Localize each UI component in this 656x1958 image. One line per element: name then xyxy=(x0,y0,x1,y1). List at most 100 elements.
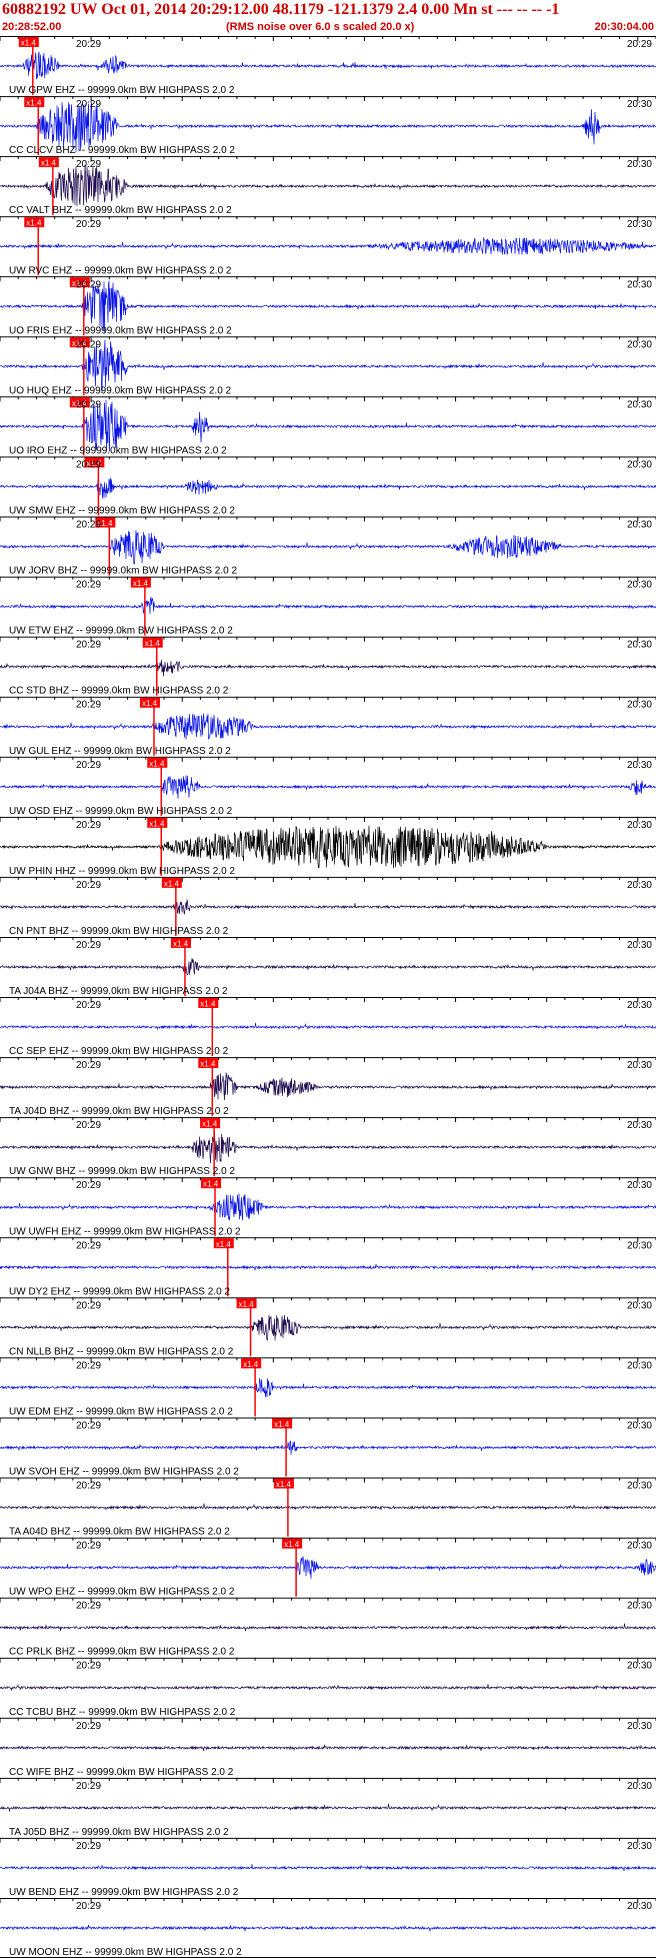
row-time-label-right: 20:30 xyxy=(627,520,652,531)
trace-row: x1.4 20:29 20:30 UW EDM EHZ -- 99999.0km BW… xyxy=(0,1357,656,1417)
station-label: UO HUQ EHZ -- 99999.0km BW HIGHPASS 2.0 … xyxy=(9,385,232,396)
station-label: CC STD BHZ -- 99999.0km BW HIGHPASS 2.0 … xyxy=(9,686,229,697)
trace-row: x1.4 20:29 20:30 UW UWFH EHZ -- 99999.0km B… xyxy=(0,1177,656,1237)
row-time-label-left: 20:29 xyxy=(76,520,101,531)
plot-header: 60882192 UW Oct 01, 2014 20:29:12.00 48.… xyxy=(0,0,656,36)
row-time-label-right: 20:30 xyxy=(627,1721,652,1732)
trace-row: x1.4 20:29 20:30 TA A04D BHZ -- 99999.0km B… xyxy=(0,1477,656,1538)
station-label: UW EDM EHZ -- 99999.0km BW HIGHPASS 2.0 … xyxy=(9,1406,233,1417)
row-time-label-right: 20:30 xyxy=(627,339,652,350)
row-time-label-left: 20:29 xyxy=(76,1360,101,1371)
station-label: UW PHIN HHZ -- 99999.0km BW HIGHPASS 2.0… xyxy=(9,866,235,877)
row-time-label-right: 20:30 xyxy=(627,700,652,711)
row-time-label-right: 20:30 xyxy=(627,279,652,290)
row-time-label-right: 20:30 xyxy=(627,1901,652,1912)
station-label: UO FRIS EHZ -- 99999.0km BW HIGHPASS 2.0… xyxy=(9,325,232,336)
row-time-label-left: 20:29 xyxy=(76,1180,101,1191)
trace-row: x1.420:29 20:30UW JORV BHZ -- 99999.0km B… xyxy=(0,516,656,577)
pick-label: x1.4 xyxy=(142,699,158,708)
row-time-label-left: 20:29 xyxy=(76,1781,101,1792)
row-time-label-right: 20:30 xyxy=(627,1841,652,1852)
waveform xyxy=(0,1683,656,1692)
station-label: UW DY2 EHZ -- 99999.0km BW HIGHPASS 2.0 … xyxy=(9,1286,230,1297)
row-time-label-left: 20:29 xyxy=(76,1481,101,1492)
trace-row: x1.4 20:29 20:30 CC SEP EHZ -- 99999.0km BW… xyxy=(0,997,656,1057)
row-time-label-right: 20:30 xyxy=(627,1000,652,1011)
trace-row: x1.4 20:29 20:30 TA J04A BHZ -- 99999.0km B… xyxy=(0,936,656,997)
waveform xyxy=(0,958,656,976)
pick-label: x1.4 xyxy=(26,99,42,108)
row-time-label-left: 20:29 xyxy=(76,640,101,651)
trace-row: 20:29 20:30 CC WIFE BHZ -- 99999.0km BW HI… xyxy=(0,1717,656,1778)
row-time-label-right: 20:30 xyxy=(627,1180,652,1191)
row-time-label-left: 20:29 xyxy=(76,459,101,470)
station-label: UW ETW EHZ -- 99999.0km BW HIGHPASS 2.0 … xyxy=(9,626,233,637)
waveform xyxy=(0,1072,656,1101)
event-title: 60882192 UW Oct 01, 2014 20:29:12.00 48.… xyxy=(2,1,560,18)
waveform xyxy=(0,51,656,80)
row-time-label-right: 20:30 xyxy=(627,640,652,651)
pick-label: x1.4 xyxy=(202,1120,218,1129)
trace-row: 20:29 20:30 CC PRLK BHZ -- 99999.0km BW HI… xyxy=(0,1597,656,1658)
row-time-label-left: 20:29 xyxy=(76,1841,101,1852)
station-label: CC PRLK BHZ -- 99999.0km BW HIGHPASS 2.0… xyxy=(9,1647,235,1658)
waveform xyxy=(0,1131,656,1164)
row-time-label-left: 20:29 xyxy=(76,1000,101,1011)
trace-row: x1.420:29 20:30UO HUQ EHZ -- 99999.0km BW… xyxy=(0,336,656,396)
row-time-label-left: 20:29 xyxy=(76,1721,101,1732)
pick-label: x1.4 xyxy=(26,219,42,228)
waveform xyxy=(0,1803,656,1812)
row-time-label-right: 20:30 xyxy=(627,880,652,891)
row-time-label-left: 20:29 xyxy=(76,1420,101,1431)
trace-row: x1.420:29 20:30UO FRIS EHZ -- 99999.0km B… xyxy=(0,276,656,336)
row-time-label-right: 20:29 xyxy=(627,39,652,50)
seismogram-plot: x1.4 20:29 20:29 UW GPW EHZ -- 99999.0km BW… xyxy=(0,36,656,1958)
waveform xyxy=(0,1744,656,1752)
waveform xyxy=(0,1022,656,1031)
station-label: CC SEP EHZ -- 99999.0km BW HIGHPASS 2.0 … xyxy=(9,1046,229,1057)
row-time-label-left: 20:29 xyxy=(76,1060,101,1071)
pick-label: x1.4 xyxy=(203,1180,219,1189)
pick-label: x1.4 xyxy=(41,159,57,168)
station-label: TA J04A BHZ -- 99999.0km BW HIGHPASS 2.0… xyxy=(9,986,228,997)
waveform xyxy=(0,1864,656,1871)
trace-row: x1.4 20:29 20:30 CN PNT BHZ -- 99999.0km BW… xyxy=(0,876,656,937)
end-time-label: 20:30:04.00 xyxy=(594,21,654,33)
waveform xyxy=(0,659,656,677)
row-time-label-right: 20:30 xyxy=(627,1661,652,1672)
row-time-label-right: 20:30 xyxy=(627,820,652,831)
waveform xyxy=(0,1378,656,1398)
station-label: UW MOON EHZ -- 99999.0km BW HIGHPASS 2.0… xyxy=(9,1947,242,1958)
waveform xyxy=(0,236,656,256)
start-time-label: 20:28:52.00 xyxy=(2,21,62,33)
waveform xyxy=(0,713,656,740)
row-time-label-left: 20:29 xyxy=(76,99,101,110)
row-time-label-left: 20:29 xyxy=(76,1120,101,1131)
row-time-label-right: 20:30 xyxy=(627,1541,652,1552)
row-time-label-left: 20:29 xyxy=(76,1300,101,1311)
pick-label: x1.4 xyxy=(284,1540,300,1549)
trace-row: x1.4 20:29 20:30 UW PHIN HHZ -- 99999.0km B… xyxy=(0,816,656,877)
station-label: CC VALT BHZ -- 99999.0km BW HIGHPASS 2.0… xyxy=(9,205,232,216)
row-time-label-right: 20:30 xyxy=(627,1240,652,1251)
trace-row: x1.4 20:29 20:30 UW OSD EHZ -- 99999.0km BW… xyxy=(0,756,656,817)
waveform xyxy=(0,1263,656,1271)
station-label: CC WIFE BHZ -- 99999.0km BW HIGHPASS 2.0… xyxy=(9,1767,234,1778)
row-time-label-right: 20:30 xyxy=(627,1481,652,1492)
trace-row: 20:29 20:30 UW BEND EHZ -- 99999.0km BW HI… xyxy=(0,1837,656,1898)
row-time-label-right: 20:30 xyxy=(627,1781,652,1792)
row-time-label-left: 20:29 xyxy=(76,580,101,591)
row-time-label-left: 20:29 xyxy=(76,279,101,290)
trace-row: x1.4 20:29 20:30 CN NLLB BHZ -- 99999.0km B… xyxy=(0,1297,656,1357)
trace-row: 20:29 20:30 CC TCBU BHZ -- 99999.0km BW HI… xyxy=(0,1657,656,1718)
waveform xyxy=(0,596,656,615)
waveform xyxy=(0,164,656,206)
waveform xyxy=(0,1314,656,1341)
row-time-label-left: 20:29 xyxy=(76,1601,101,1612)
row-time-label-right: 20:30 xyxy=(627,1360,652,1371)
waveform xyxy=(0,1503,656,1512)
pick-label: x1.4 xyxy=(21,39,37,48)
station-label: TA J04D BHZ -- 99999.0km BW HIGHPASS 2.0… xyxy=(9,1106,229,1117)
station-label: UW RVC EHZ -- 99999.0km BW HIGHPASS 2.0 … xyxy=(9,265,232,276)
trace-row: 20:29 20:30 TA J05D BHZ -- 99999.0km BW HI… xyxy=(0,1777,656,1838)
